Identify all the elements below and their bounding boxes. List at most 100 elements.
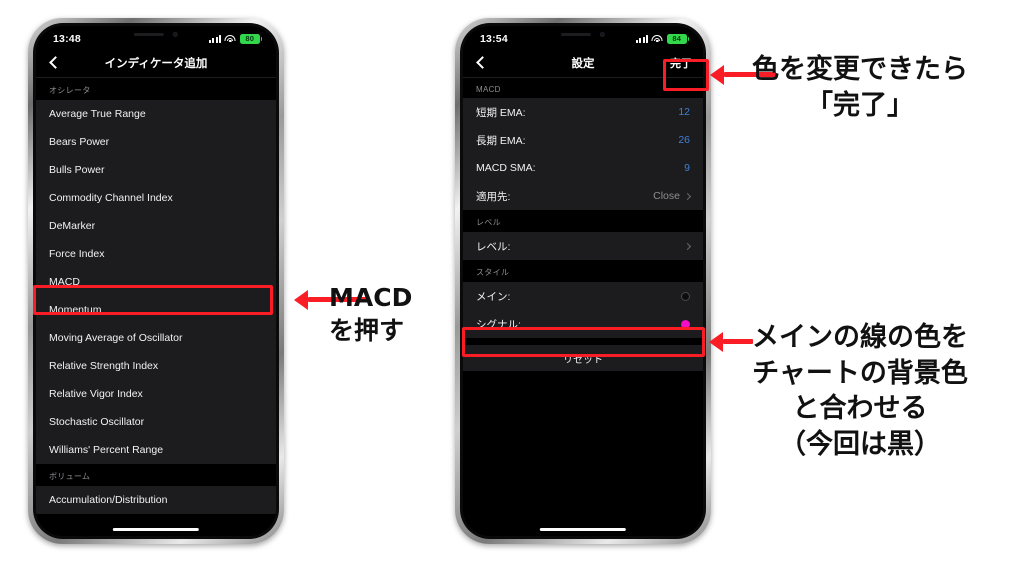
list-item[interactable]: Bulls Power: [36, 156, 276, 184]
battery-level-text: 80: [239, 33, 260, 44]
list-item-label: Moving Average of Oscillator: [49, 332, 183, 344]
list-item[interactable]: Moving Average of Oscillator: [36, 324, 276, 352]
setting-row-macd-sma[interactable]: MACD SMA: 9: [463, 154, 703, 182]
list-item[interactable]: Accumulation/Distribution: [36, 486, 276, 514]
front-camera-icon: [599, 32, 605, 37]
earpiece-speaker-icon: [133, 32, 164, 37]
oscillator-group: Average True Range Bears Power Bulls Pow…: [36, 100, 276, 464]
list-item-macd[interactable]: MACD: [36, 268, 276, 296]
setting-label: MACD SMA:: [476, 162, 536, 174]
setting-row-levels[interactable]: レベル:: [463, 232, 703, 260]
list-item[interactable]: Stochastic Oscillator: [36, 408, 276, 436]
left-page-title: インディケータ追加: [104, 57, 208, 70]
setting-row-signal-color[interactable]: シグナル:: [463, 310, 703, 338]
setting-row-fast-ema[interactable]: 短期 EMA: 12: [463, 98, 703, 126]
list-item-label: Bears Power: [49, 136, 110, 148]
list-item-label: Relative Vigor Index: [49, 388, 143, 400]
macd-callout-text: MACD を押す: [329, 283, 413, 345]
earpiece-speaker-icon: [560, 32, 591, 37]
list-item-label: Commodity Channel Index: [49, 192, 173, 204]
list-item[interactable]: Bears Power: [36, 128, 276, 156]
right-phone-screen: 13:54 84 設定 完了 MACD 短期 EMA: 12 長期 EMA: 2…: [463, 26, 703, 536]
section-header-oscillators: オシレータ: [36, 78, 276, 100]
signal-color-swatch[interactable]: [681, 319, 690, 329]
done-button[interactable]: 完了: [670, 55, 692, 71]
setting-label: メイン:: [476, 290, 511, 303]
section-header-volumes: ボリューム: [36, 464, 276, 486]
list-item-label: Accumulation/Distribution: [49, 494, 168, 506]
setting-label: 適用先:: [476, 190, 511, 203]
right-page-title: 設定: [571, 57, 595, 70]
list-item[interactable]: Relative Vigor Index: [36, 380, 276, 408]
setting-value-group: [683, 242, 692, 250]
left-phone-screen: 13:48 80 インディケータ追加 オシレータ Average True Ra…: [36, 26, 276, 536]
left-phone-bezel: 13:48 80 インディケータ追加 オシレータ Average True Ra…: [33, 23, 279, 539]
list-item-label: Average True Range: [49, 108, 146, 120]
chevron-right-icon: [683, 242, 692, 250]
setting-row-slow-ema[interactable]: 長期 EMA: 26: [463, 126, 703, 154]
setting-value-group: Close: [653, 190, 692, 202]
home-indicator: [112, 527, 200, 531]
left-nav-bar: インディケータ追加: [36, 48, 276, 78]
list-item-label: MACD: [49, 276, 80, 288]
macd-params-group: 短期 EMA: 12 長期 EMA: 26 MACD SMA: 9 適用先: C…: [463, 98, 703, 210]
setting-row-apply-to[interactable]: 適用先: Close: [463, 182, 703, 210]
list-item-label: Momentum: [49, 304, 102, 316]
settings-list[interactable]: MACD 短期 EMA: 12 長期 EMA: 26 MACD SMA: 9 適…: [463, 78, 703, 536]
cellular-bars-icon: [209, 34, 221, 43]
notch: [527, 26, 639, 43]
volume-group: Accumulation/Distribution: [36, 486, 276, 514]
setting-value: 9: [684, 162, 690, 174]
right-status-indicators: 84: [636, 33, 689, 44]
list-item-label: Relative Strength Index: [49, 360, 159, 372]
left-phone-device: 13:48 80 インディケータ追加 オシレータ Average True Ra…: [28, 18, 284, 544]
battery-icon: 80: [239, 33, 262, 44]
right-status-time: 13:54: [480, 32, 508, 45]
front-camera-icon: [172, 32, 178, 37]
style-group: メイン: シグナル:: [463, 282, 703, 338]
main-color-swatch[interactable]: [681, 291, 690, 301]
done-callout-text: 色を変更できたら 「完了」: [752, 54, 968, 121]
cellular-bars-icon: [636, 34, 648, 43]
right-nav-bar: 設定 完了: [463, 48, 703, 78]
setting-value: 12: [678, 106, 690, 118]
battery-tip: [687, 36, 689, 41]
battery-level-text: 84: [666, 33, 687, 44]
setting-label: シグナル:: [476, 318, 521, 331]
screenshot-canvas: 13:48 80 インディケータ追加 オシレータ Average True Ra…: [0, 0, 1024, 576]
section-header-levels: レベル: [463, 210, 703, 232]
list-item[interactable]: Average True Range: [36, 100, 276, 128]
setting-label: 長期 EMA:: [476, 134, 526, 147]
setting-value: Close: [653, 190, 680, 202]
section-header-style: スタイル: [463, 260, 703, 282]
section-header-macd: MACD: [463, 78, 703, 98]
back-chevron-icon[interactable]: [47, 56, 61, 70]
setting-row-main-color[interactable]: メイン:: [463, 282, 703, 310]
list-item[interactable]: Momentum: [36, 296, 276, 324]
list-item-label: Stochastic Oscillator: [49, 416, 145, 428]
main-color-callout-text: メインの線の色を チャートの背景色 と合わせる （今回は黒）: [752, 322, 968, 460]
setting-label: 短期 EMA:: [476, 106, 526, 119]
list-item[interactable]: Commodity Channel Index: [36, 184, 276, 212]
list-item[interactable]: Relative Strength Index: [36, 352, 276, 380]
reset-button[interactable]: リセット: [463, 345, 703, 371]
list-item-label: DeMarker: [49, 220, 96, 232]
list-item[interactable]: Force Index: [36, 240, 276, 268]
list-item[interactable]: DeMarker: [36, 212, 276, 240]
setting-label: レベル:: [476, 240, 511, 253]
indicator-list[interactable]: オシレータ Average True Range Bears Power Bul…: [36, 78, 276, 536]
wifi-icon: [224, 35, 236, 43]
right-phone-device: 13:54 84 設定 完了 MACD 短期 EMA: 12 長期 EMA: 2…: [455, 18, 711, 544]
back-chevron-icon[interactable]: [474, 56, 488, 70]
notch: [100, 26, 212, 43]
list-item-label: Williams' Percent Range: [49, 444, 164, 456]
main-color-arrow: [709, 332, 753, 352]
list-item[interactable]: Williams' Percent Range: [36, 436, 276, 464]
left-status-indicators: 80: [209, 33, 262, 44]
battery-tip: [260, 36, 262, 41]
battery-icon: 84: [666, 33, 689, 44]
chevron-right-icon: [683, 192, 692, 200]
left-status-time: 13:48: [53, 32, 81, 45]
home-indicator: [539, 527, 627, 531]
list-item-label: Force Index: [49, 248, 105, 260]
